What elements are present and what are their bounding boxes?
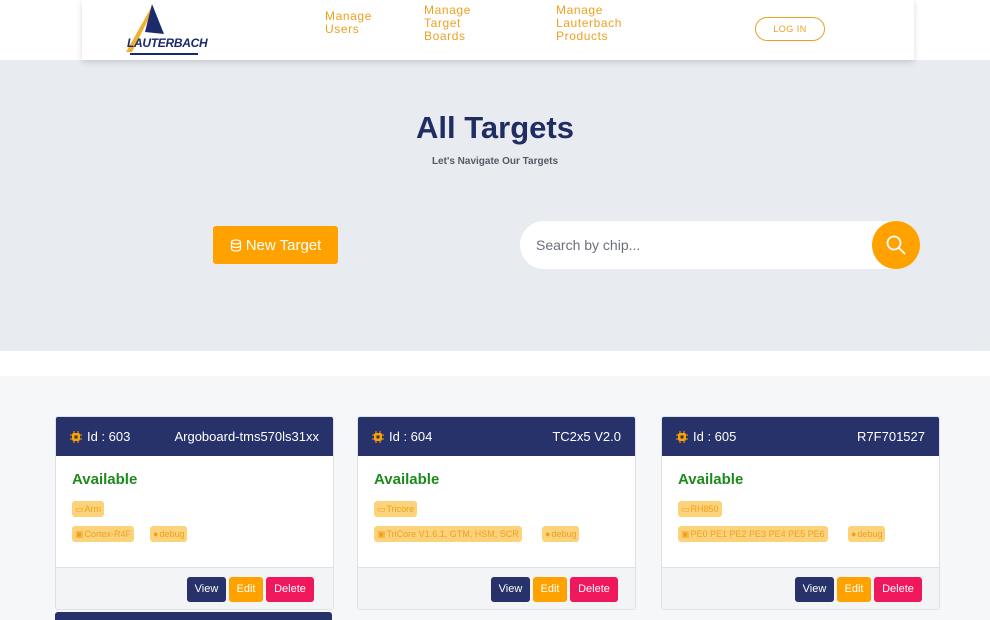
core-label: Cortex-R4F <box>84 529 132 539</box>
chip-icon <box>70 430 82 443</box>
search-button[interactable] <box>872 221 920 269</box>
search-bar <box>520 221 920 269</box>
core-label: TriCore V1.6.1, GTM, HSM, SCR <box>386 529 519 539</box>
card-header: Id : 604 TC2x5 V2.0 <box>358 417 635 456</box>
arch-label: Tricore <box>386 504 415 514</box>
edit-button[interactable]: Edit <box>229 577 263 602</box>
view-button[interactable]: View <box>491 577 530 602</box>
availability-status: Available <box>374 471 440 488</box>
target-card: Id : 604 TC2x5 V2.0 Available ▭ Tricore ▣… <box>357 416 636 610</box>
new-target-label: New Target <box>245 236 322 254</box>
nav-manage-lauterbach-products[interactable]: Manage Lauterbach Products <box>556 4 622 43</box>
chip-search-input[interactable] <box>536 235 866 255</box>
chip-icon <box>372 430 384 443</box>
next-card-header-partial <box>55 612 332 620</box>
card-actions: View Edit Delete <box>662 567 939 609</box>
card-actions: View Edit Delete <box>56 567 333 609</box>
availability-status: Available <box>72 471 138 488</box>
card-id-label: Id : 605 <box>693 429 737 444</box>
delete-button[interactable]: Delete <box>874 577 922 602</box>
card-id: Id : 604 <box>372 429 432 444</box>
edit-button[interactable]: Edit <box>837 577 871 602</box>
targets-grid: Id : 603 Argoboard-tms570ls31xx Availabl… <box>0 376 990 620</box>
hero-section: All Targets Let's Navigate Our Targets N… <box>0 60 990 351</box>
mode-label: debug <box>159 529 185 539</box>
card-id-label: Id : 603 <box>87 429 131 444</box>
card-target-name: R7F701527 <box>857 429 925 444</box>
arch-tag: ▭ RH850 <box>678 501 722 517</box>
lauterbach-logo[interactable]: LAUTERBACH <box>112 4 208 58</box>
core-icon: ▣ <box>681 528 690 539</box>
card-target-name: Argoboard-tms570ls31xx <box>174 429 319 444</box>
chip-icon <box>676 430 688 443</box>
board-icon: ▭ <box>681 503 690 514</box>
target-card: Id : 605 R7F701527 Available ▭ RH850 ▣ PE0… <box>661 416 940 610</box>
delete-button[interactable]: Delete <box>570 577 618 602</box>
arch-label: RH850 <box>690 504 719 514</box>
view-button[interactable]: View <box>795 577 834 602</box>
core-tag: ▣ TriCore V1.6.1, GTM, HSM, SCR <box>374 526 522 542</box>
card-header: Id : 605 R7F701527 <box>662 417 939 456</box>
card-id: Id : 603 <box>70 429 130 444</box>
board-icon: ▭ <box>75 503 84 514</box>
mode-tag: ● debug <box>848 526 886 542</box>
core-tag: ▣ PE0 PE1 PE2 PE3 PE4 PE5 PE6 <box>678 526 828 542</box>
board-icon: ▭ <box>377 503 386 514</box>
debug-icon: ● <box>545 529 551 539</box>
mode-label: debug <box>857 529 883 539</box>
mode-tag: ● debug <box>150 526 188 542</box>
arch-tag: ▭ Tricore <box>374 501 418 517</box>
arch-tag: ▭ Arm <box>72 501 105 517</box>
edit-button[interactable]: Edit <box>533 577 567 602</box>
database-icon <box>230 238 241 252</box>
card-id-label: Id : 604 <box>389 429 433 444</box>
card-actions: View Edit Delete <box>358 567 635 609</box>
view-button[interactable]: View <box>187 577 226 602</box>
mode-tag: ● debug <box>542 526 580 542</box>
search-icon <box>886 235 906 255</box>
card-target-name: TC2x5 V2.0 <box>552 429 621 444</box>
page-title: All Targets <box>416 110 574 145</box>
logo-text: LAUTERBACH <box>127 36 208 50</box>
core-icon: ▣ <box>377 528 386 539</box>
availability-status: Available <box>678 471 744 488</box>
card-header: Id : 603 Argoboard-tms570ls31xx <box>56 417 333 456</box>
nav-manage-users[interactable]: Manage Users <box>325 10 372 36</box>
debug-icon: ● <box>851 529 857 539</box>
arch-label: Arm <box>84 504 102 514</box>
mode-label: debug <box>551 529 577 539</box>
core-label: PE0 PE1 PE2 PE3 PE4 PE5 PE6 <box>690 529 825 539</box>
login-button[interactable]: LOG IN <box>755 17 825 41</box>
page-subtitle: Let's Navigate Our Targets <box>431 156 559 167</box>
card-id: Id : 605 <box>676 429 736 444</box>
core-icon: ▣ <box>75 528 84 539</box>
debug-icon: ● <box>153 529 159 539</box>
nav-manage-target-boards[interactable]: Manage Target Boards <box>424 4 471 43</box>
delete-button[interactable]: Delete <box>266 577 314 602</box>
new-target-button[interactable]: New Target <box>213 226 338 264</box>
top-navbar: LAUTERBACH Manage Users Manage Target Bo… <box>82 0 914 60</box>
core-tag: ▣ Cortex-R4F <box>72 526 135 542</box>
target-card: Id : 603 Argoboard-tms570ls31xx Availabl… <box>55 416 334 610</box>
